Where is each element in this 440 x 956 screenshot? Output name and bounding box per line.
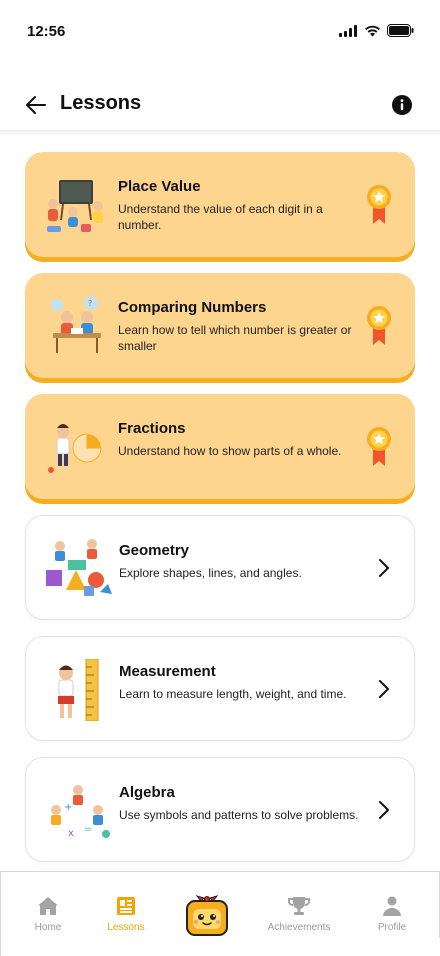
lesson-card-geometry[interactable]: Geometry Explore shapes, lines, and angl… <box>25 515 415 620</box>
lesson-card-measurement[interactable]: Measurement Learn to measure length, wei… <box>25 636 415 741</box>
chevron-right-icon[interactable] <box>376 799 392 821</box>
lesson-text: Fractions Understand how to show parts o… <box>118 420 358 459</box>
ruler-kid-illustration <box>58 659 99 721</box>
chevron-right-icon[interactable] <box>376 678 392 700</box>
lesson-card-algebra[interactable]: + = x Algebra Use symbols and patterns t… <box>25 757 415 862</box>
chevron-right-icon[interactable] <box>376 557 392 579</box>
app-header: Lessons <box>0 84 440 130</box>
svg-text:x: x <box>68 828 74 839</box>
tab-label: Home <box>34 922 62 933</box>
lesson-description: Understand how to show parts of a whole. <box>118 444 342 458</box>
wifi-icon <box>365 25 380 36</box>
bottom-tab-bar: Home Lessons Achievements Profile <box>0 871 440 956</box>
tab-home[interactable]: Home <box>8 894 88 933</box>
mascot-icon[interactable] <box>186 895 228 937</box>
back-arrow-icon[interactable] <box>24 93 48 117</box>
tab-label: Achievements <box>267 922 331 933</box>
cellular-signal-icon <box>339 24 357 37</box>
medal-icon <box>367 427 391 466</box>
lesson-title: Place Value <box>118 178 201 195</box>
lesson-title: Measurement <box>119 663 216 680</box>
kids-at-desk-illustration: ? <box>51 296 101 353</box>
medal-icon <box>367 306 391 345</box>
info-icon[interactable] <box>392 95 412 115</box>
lesson-title: Fractions <box>118 420 186 437</box>
shapes-kids-illustration <box>46 539 112 596</box>
tab-profile[interactable]: Profile <box>352 894 432 933</box>
home-indicator <box>1 938 440 956</box>
lesson-text: Comparing Numbers Learn how to tell whic… <box>118 299 358 354</box>
lesson-card-place-value[interactable]: Place Value Understand the value of each… <box>25 152 415 257</box>
lesson-title: Comparing Numbers <box>118 299 267 316</box>
lesson-title: Algebra <box>119 784 175 801</box>
svg-text:?: ? <box>88 299 92 308</box>
lesson-description: Use symbols and patterns to solve proble… <box>119 808 359 822</box>
svg-text:+: + <box>64 802 72 813</box>
lesson-description: Learn how to tell which number is greate… <box>118 323 352 353</box>
battery-icon <box>387 24 414 37</box>
lesson-description: Learn to measure length, weight, and tim… <box>119 687 347 701</box>
trophy-icon <box>288 897 310 915</box>
medal-icon <box>367 185 391 224</box>
svg-text:=: = <box>84 824 92 835</box>
lesson-text: Geometry Explore shapes, lines, and angl… <box>119 542 359 581</box>
lesson-text: Measurement Learn to measure length, wei… <box>119 663 359 702</box>
tab-label: Lessons <box>107 922 145 933</box>
lesson-description: Understand the value of each digit in a … <box>118 202 323 232</box>
lesson-card-fractions[interactable]: Fractions Understand how to show parts o… <box>25 394 415 499</box>
tab-achievements[interactable]: Achievements <box>259 894 339 933</box>
status-bar: 12:56 <box>0 0 440 62</box>
lesson-title: Geometry <box>119 542 190 559</box>
lesson-list: Place Value Understand the value of each… <box>25 152 415 878</box>
book-icon <box>117 897 135 915</box>
home-icon <box>38 897 58 915</box>
lesson-card-comparing-numbers[interactable]: ? Comparing Numbers Learn how to tell wh… <box>25 273 415 378</box>
chalkboard-kids-illustration <box>47 180 103 232</box>
status-time: 12:56 <box>27 23 66 40</box>
page-title: Lessons <box>60 92 142 114</box>
pie-fraction-illustration <box>48 424 102 473</box>
tab-label: Profile <box>377 922 407 933</box>
person-icon <box>383 896 401 916</box>
lesson-text: Place Value Understand the value of each… <box>118 178 358 233</box>
header-divider <box>0 130 440 136</box>
tab-lessons[interactable]: Lessons <box>86 894 166 933</box>
lesson-description: Explore shapes, lines, and angles. <box>119 566 302 580</box>
symbols-kids-illustration: + = x <box>51 785 110 839</box>
lesson-text: Algebra Use symbols and patterns to solv… <box>119 784 359 823</box>
status-icons <box>339 24 414 37</box>
